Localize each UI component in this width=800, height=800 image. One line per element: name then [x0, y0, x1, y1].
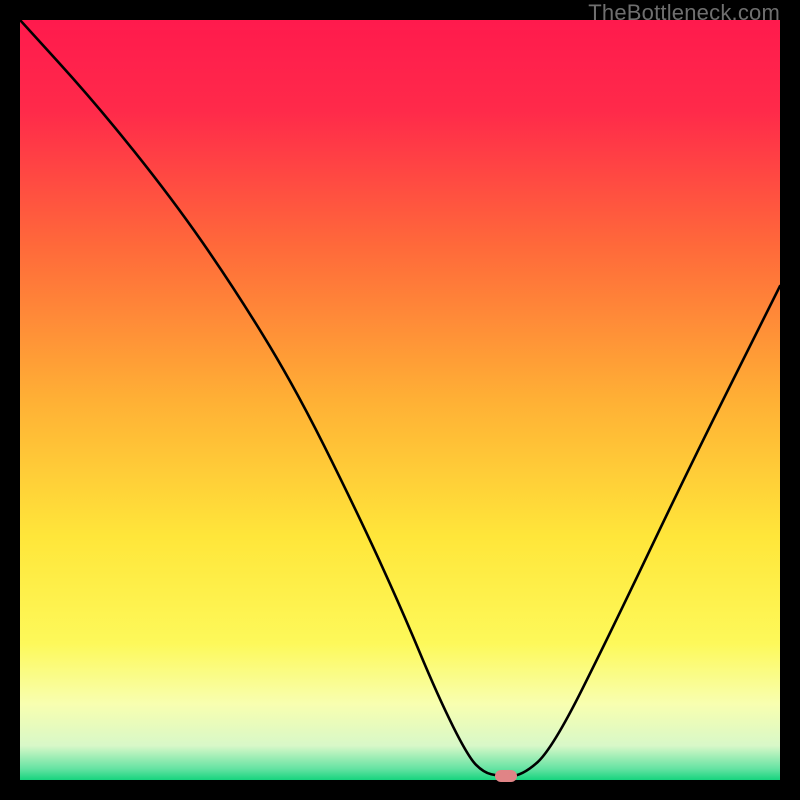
gradient-background — [20, 20, 780, 780]
watermark-label: TheBottleneck.com — [588, 0, 780, 26]
optimum-marker-icon — [495, 770, 517, 782]
bottleneck-chart — [20, 20, 780, 780]
chart-container: TheBottleneck.com — [0, 0, 800, 800]
